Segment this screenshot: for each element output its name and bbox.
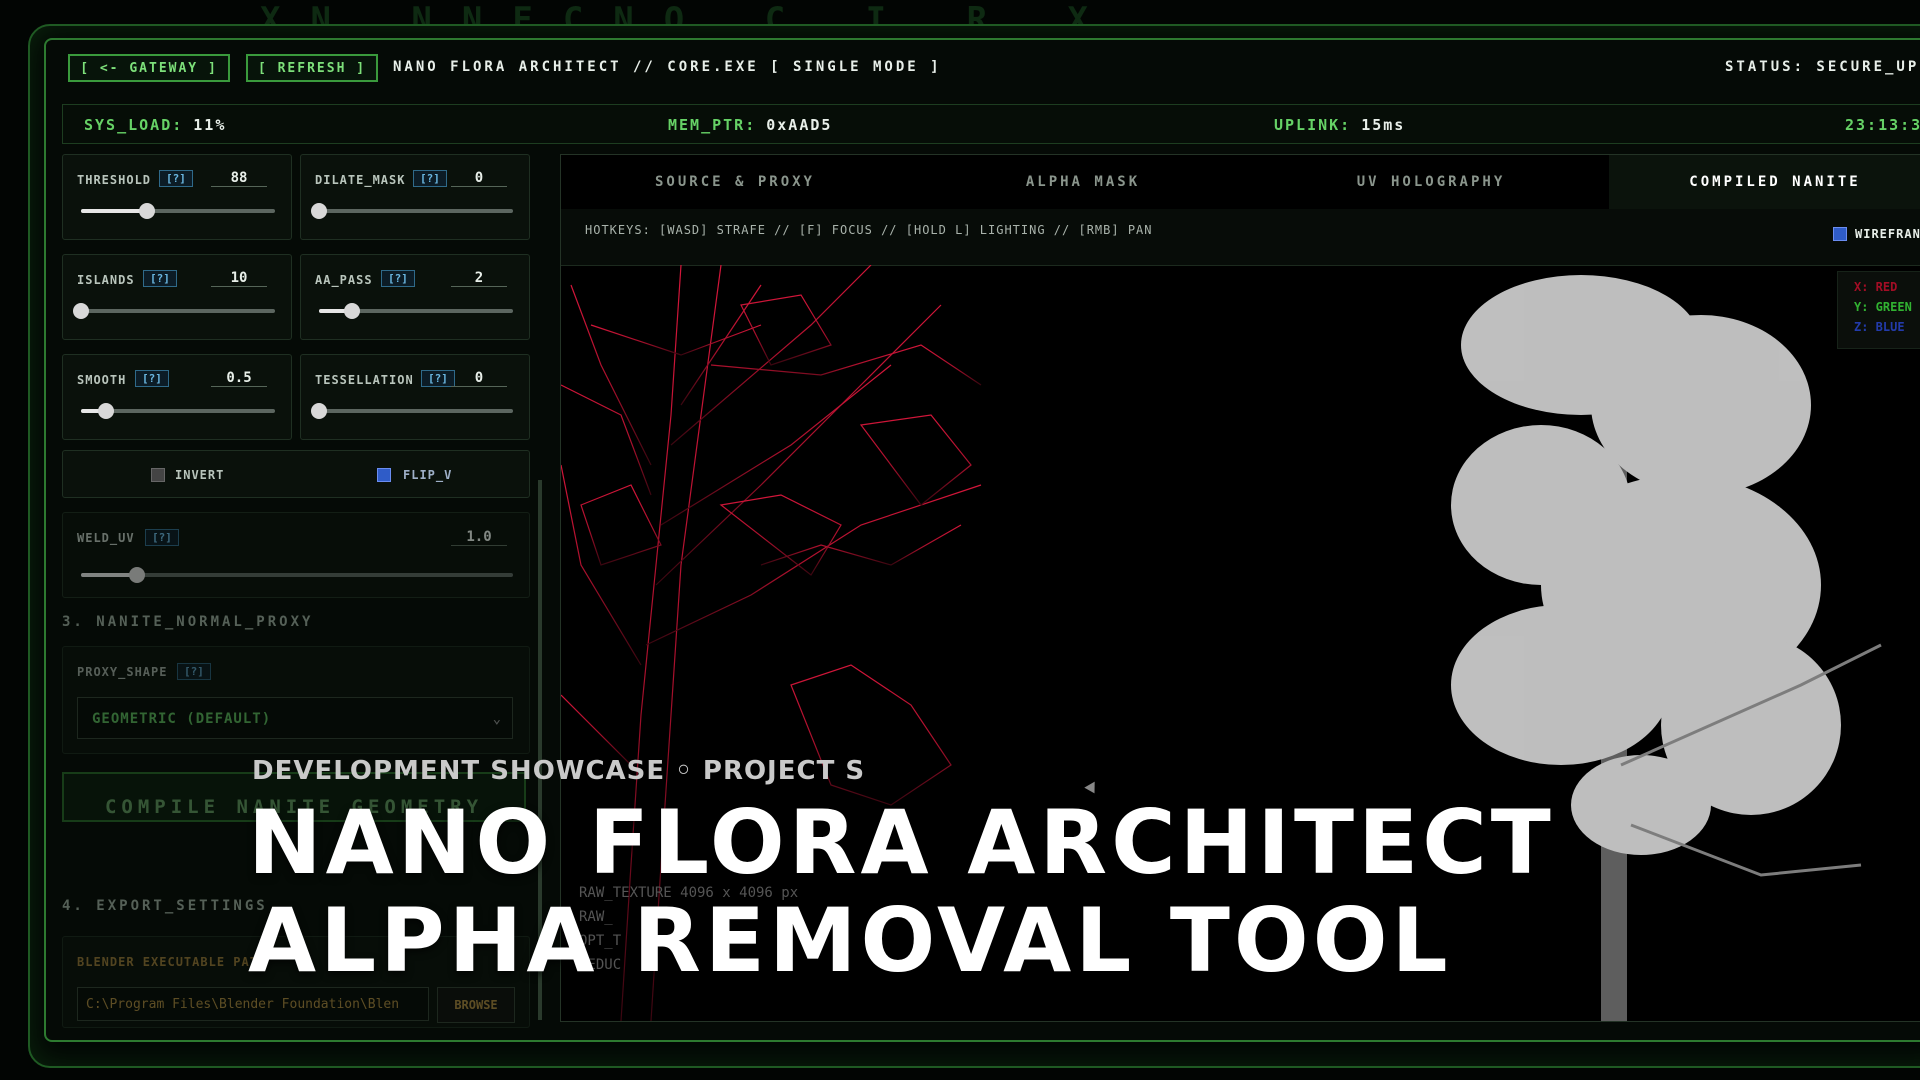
weld-uv-card: WELD_UV [?] 1.0: [62, 512, 530, 598]
tab-alpha-mask[interactable]: ALPHA MASK: [909, 155, 1257, 209]
section-nanite-normal-proxy: 3. NANITE_NORMAL_PROXY: [62, 614, 314, 630]
param-slider-knob-dilate-mask[interactable]: [311, 203, 327, 219]
chevron-down-icon: ⌄: [492, 711, 502, 727]
param-label-smooth: SMOOTH: [77, 373, 127, 387]
mem-ptr-key: MEM_PTR:: [668, 116, 757, 134]
hotkey-bar: [561, 209, 1920, 266]
weld-uv-label: WELD_UV: [77, 531, 135, 545]
overlay-kicker: DEVELOPMENT SHOWCASE ◦ PROJECT S: [252, 756, 866, 786]
param-slider-smooth[interactable]: [81, 403, 275, 419]
sys-load-value: 11%: [193, 116, 227, 134]
tab-compiled-nanite[interactable]: COMPILED NANITE: [1609, 155, 1920, 211]
overlay-title-line1: NANO FLORA ARCHITECT: [248, 791, 1555, 894]
param-slider-knob-islands[interactable]: [73, 303, 89, 319]
tab-uv-holography[interactable]: UV HOLOGRAPHY: [1257, 155, 1605, 209]
proxy-shape-select[interactable]: GEOMETRIC (DEFAULT) ⌄: [77, 697, 513, 739]
overlay-title: NANO FLORA ARCHITECT ALPHA REMOVAL TOOL: [248, 794, 1555, 990]
sys-load-stat: SYS_LOAD: 11%: [84, 116, 226, 134]
clock: 23:13:3: [1845, 116, 1920, 134]
axis-z-label: Z: BLUE: [1854, 320, 1905, 334]
param-help-button-threshold[interactable]: [?]: [159, 170, 193, 187]
blender-path-label: BLENDER EXECUTABLE PATH: [77, 955, 267, 969]
uplink-stat: UPLINK: 15ms: [1274, 116, 1405, 134]
param-help-button-tessellation[interactable]: [?]: [421, 370, 455, 387]
refresh-button[interactable]: [ REFRESH ]: [246, 54, 378, 82]
param-card-threshold: THRESHOLD [?] 88: [62, 154, 292, 240]
axis-y-label: Y: GREEN: [1854, 300, 1912, 314]
wireframe-label: WIREFRAN: [1855, 227, 1920, 241]
status-indicator: STATUS: SECURE_UPL: [1725, 59, 1920, 75]
system-stats-bar: [62, 104, 1920, 144]
weld-uv-slider-knob[interactable]: [129, 567, 146, 583]
param-slider-threshold[interactable]: [81, 203, 275, 219]
param-help-button-smooth[interactable]: [?]: [135, 370, 169, 387]
tab-source-proxy[interactable]: SOURCE & PROXY: [561, 155, 909, 209]
param-slider-aa-pass[interactable]: [319, 303, 513, 319]
param-slider-islands[interactable]: [73, 303, 275, 319]
param-label-threshold: THRESHOLD: [77, 173, 152, 187]
param-slider-knob-aa-pass[interactable]: [343, 303, 360, 319]
blender-path-input[interactable]: C:\Program Files\Blender Foundation\Blen: [77, 987, 429, 1021]
weld-uv-help-button[interactable]: [?]: [145, 529, 179, 546]
proxy-shape-help-button[interactable]: [?]: [177, 663, 211, 680]
param-label-tessellation: TESSELLATION: [315, 373, 414, 387]
param-slider-fill-threshold: [81, 209, 147, 213]
sys-load-key: SYS_LOAD:: [84, 116, 184, 134]
param-card-islands: ISLANDS [?] 10: [62, 254, 292, 340]
param-slider-dilate-mask[interactable]: [311, 203, 513, 219]
param-card-tessellation: TESSELLATION [?] 0: [300, 354, 530, 440]
uplink-value: 15ms: [1361, 116, 1406, 134]
overlay-title-line2: ALPHA REMOVAL TOOL: [248, 889, 1452, 992]
param-slider-knob-threshold[interactable]: [138, 203, 155, 219]
hotkeys-text: HOTKEYS: [WASD] STRAFE // [F] FOCUS // […: [585, 223, 1153, 237]
param-label-aa-pass: AA_PASS: [315, 273, 373, 287]
axis-x-label: X: RED: [1854, 280, 1898, 294]
invert-checkbox[interactable]: [151, 468, 165, 482]
param-card-dilate-mask: DILATE_MASK [?] 0: [300, 154, 530, 240]
proxy-shape-selected: GEOMETRIC (DEFAULT): [92, 711, 272, 727]
param-value-threshold[interactable]: 88: [211, 170, 267, 187]
flip-v-label: FLIP_V: [403, 468, 453, 482]
param-value-dilate-mask[interactable]: 0: [451, 170, 507, 187]
invert-label: INVERT: [175, 468, 225, 482]
param-card-smooth: SMOOTH [?] 0.5: [62, 354, 292, 440]
section-export-settings: 4. EXPORT_SETTINGS: [62, 898, 268, 914]
param-slider-knob-smooth[interactable]: [98, 403, 115, 419]
param-help-button-islands[interactable]: [?]: [143, 270, 177, 287]
weld-uv-slider[interactable]: [81, 567, 513, 583]
param-help-button-aa-pass[interactable]: [?]: [381, 270, 415, 287]
param-card-aa-pass: AA_PASS [?] 2: [300, 254, 530, 340]
gateway-button[interactable]: [ <- GATEWAY ]: [68, 54, 230, 82]
param-value-islands[interactable]: 10: [211, 270, 267, 287]
browse-button[interactable]: BROWSE: [437, 987, 515, 1023]
app-title: NANO FLORA ARCHITECT // CORE.EXE [ SINGL…: [393, 59, 942, 75]
proxy-shape-label: PROXY_SHAPE: [77, 665, 168, 679]
param-help-button-dilate-mask[interactable]: [?]: [413, 170, 447, 187]
toggle-card: INVERT FLIP_V: [62, 450, 530, 498]
param-value-tessellation[interactable]: 0: [451, 370, 507, 387]
param-slider-tessellation[interactable]: [311, 403, 513, 419]
wireframe-checkbox[interactable]: [1833, 227, 1847, 241]
proxy-shape-card: PROXY_SHAPE [?] GEOMETRIC (DEFAULT) ⌄: [62, 646, 530, 754]
mem-ptr-value: 0xAAD5: [766, 116, 833, 134]
param-slider-knob-tessellation[interactable]: [311, 403, 327, 419]
param-value-smooth[interactable]: 0.5: [211, 370, 267, 387]
param-value-aa-pass[interactable]: 2: [451, 270, 507, 287]
flip-v-checkbox[interactable]: [377, 468, 391, 482]
uplink-key: UPLINK:: [1274, 116, 1352, 134]
param-label-dilate-mask: DILATE_MASK: [315, 173, 406, 187]
weld-uv-value[interactable]: 1.0: [451, 529, 507, 546]
axis-legend: X: RED Y: GREEN Z: BLUE: [1837, 271, 1920, 349]
param-label-islands: ISLANDS: [77, 273, 135, 287]
mem-ptr-stat: MEM_PTR: 0xAAD5: [668, 116, 832, 134]
